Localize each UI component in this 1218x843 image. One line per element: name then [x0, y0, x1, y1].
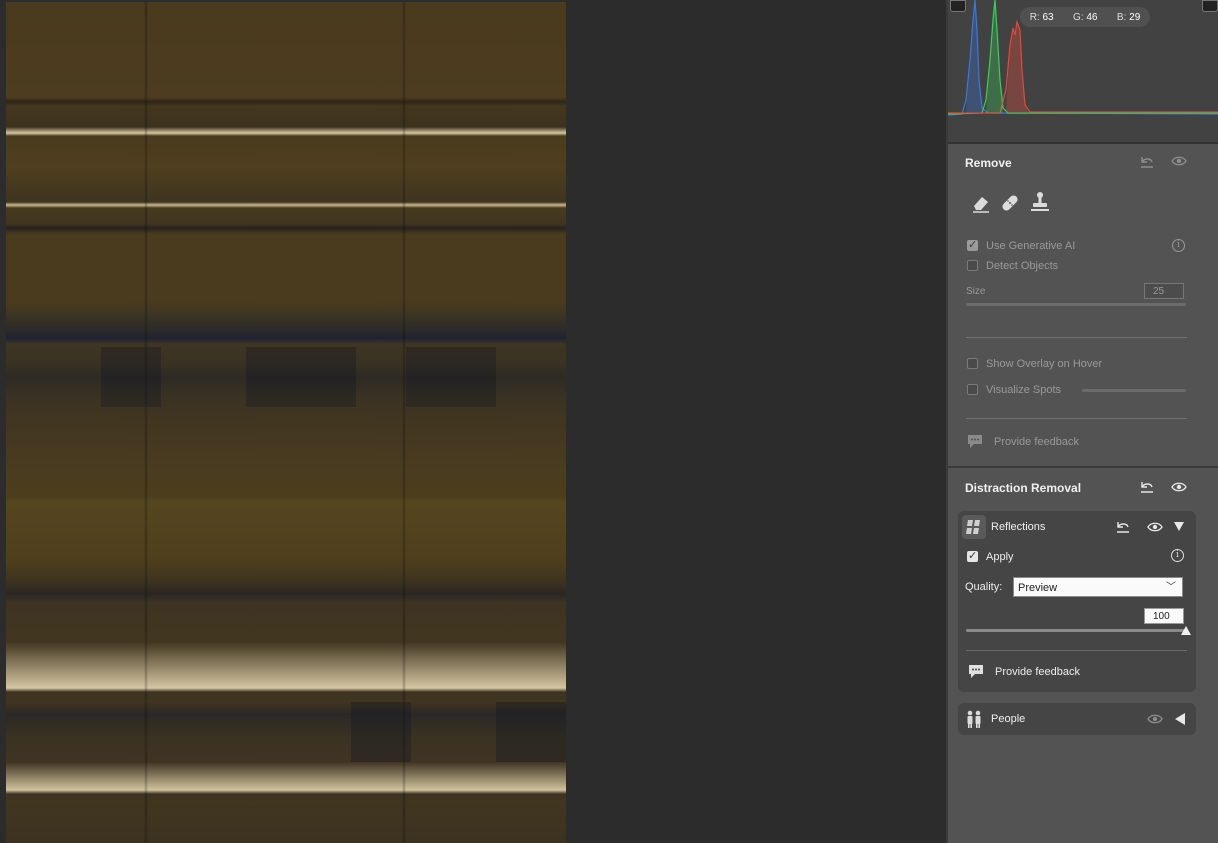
shadow-region: [246, 347, 356, 407]
amount-input[interactable]: 100: [1144, 608, 1184, 624]
shadow-region: [406, 347, 496, 407]
apply-label: Apply: [986, 551, 1014, 563]
size-label: Size: [966, 286, 986, 297]
amount-slider-thumb[interactable]: [1181, 626, 1191, 635]
shadow-region: [496, 702, 566, 762]
divider: [966, 337, 1187, 338]
size-input[interactable]: 25: [1144, 283, 1184, 299]
g-value: 46: [1086, 11, 1098, 23]
r-label: R:: [1029, 11, 1040, 23]
visualize-spots-checkbox[interactable]: [967, 384, 978, 395]
shadow-region: [351, 702, 411, 762]
remove-section-title: Remove: [965, 156, 1012, 170]
apply-checkbox[interactable]: [967, 549, 978, 562]
g-label: G:: [1073, 11, 1084, 23]
histogram: R: 63 G: 46 B: 29: [948, 0, 1218, 144]
use-generative-ai-checkbox[interactable]: [967, 238, 978, 251]
b-label: B:: [1116, 11, 1127, 23]
reset-icon[interactable]: [1114, 520, 1132, 534]
show-overlay-label: Show Overlay on Hover: [986, 358, 1103, 370]
info-icon[interactable]: i: [1172, 239, 1185, 252]
r-value: 63: [1042, 11, 1054, 23]
quality-dropdown[interactable]: Preview ﹀: [1013, 577, 1183, 597]
detect-objects-checkbox[interactable]: [967, 260, 978, 271]
use-generative-ai-label: Use Generative AI: [986, 240, 1076, 252]
reflections-card: Reflections Apply i Quality: Preview ﹀ 1…: [958, 511, 1196, 692]
visibility-eye-icon[interactable]: [1170, 481, 1188, 495]
shadow-region: [101, 347, 161, 407]
show-overlay-checkbox[interactable]: [967, 358, 978, 369]
visualize-spots-label: Visualize Spots: [986, 384, 1062, 396]
feedback-speech-icon: [967, 663, 985, 679]
section-divider: [948, 466, 1218, 468]
provide-feedback-link[interactable]: Provide feedback: [995, 666, 1080, 678]
expand-triangle-icon[interactable]: [1175, 713, 1185, 725]
visibility-eye-icon[interactable]: [1146, 521, 1164, 535]
reflections-icon: [962, 515, 986, 539]
reflections-title: Reflections: [991, 521, 1046, 533]
quality-label: Quality:: [965, 581, 1003, 593]
shadow-clipping-toggle[interactable]: [950, 0, 966, 12]
feedback-speech-icon: [966, 433, 984, 449]
edit-panel: R: 63 G: 46 B: 29 Remove Use Generative …: [946, 0, 1218, 843]
visibility-eye-icon[interactable]: [1170, 155, 1188, 169]
reset-icon[interactable]: [1138, 155, 1156, 169]
amount-slider[interactable]: [966, 629, 1186, 632]
detect-objects-label: Detect Objects: [986, 260, 1059, 272]
chevron-down-icon: ﹀: [1166, 582, 1176, 593]
divider: [966, 418, 1187, 419]
people-title: People: [991, 713, 1026, 725]
info-icon[interactable]: i: [1171, 549, 1184, 562]
people-card: People: [958, 703, 1196, 735]
bandage-icon[interactable]: [999, 192, 1021, 214]
visualize-spots-slider[interactable]: [1082, 389, 1186, 392]
eraser-icon[interactable]: [970, 192, 992, 214]
collapse-triangle-icon[interactable]: [1174, 522, 1184, 531]
visibility-eye-icon[interactable]: [1146, 713, 1164, 727]
distraction-removal-title: Distraction Removal: [965, 481, 1082, 495]
photo-preview[interactable]: [6, 2, 566, 843]
provide-feedback-link[interactable]: Provide feedback: [994, 436, 1079, 448]
divider: [966, 650, 1187, 651]
people-icon: [962, 707, 986, 731]
b-value: 29: [1129, 11, 1141, 23]
size-slider[interactable]: [966, 303, 1186, 306]
rgb-readout: R: 63 G: 46 B: 29: [1020, 7, 1150, 27]
image-canvas[interactable]: [0, 0, 946, 843]
quality-value: Preview: [1018, 582, 1058, 594]
stamp-icon[interactable]: [1029, 190, 1051, 212]
reset-icon[interactable]: [1138, 480, 1156, 494]
highlight-clipping-toggle[interactable]: [1202, 0, 1218, 12]
